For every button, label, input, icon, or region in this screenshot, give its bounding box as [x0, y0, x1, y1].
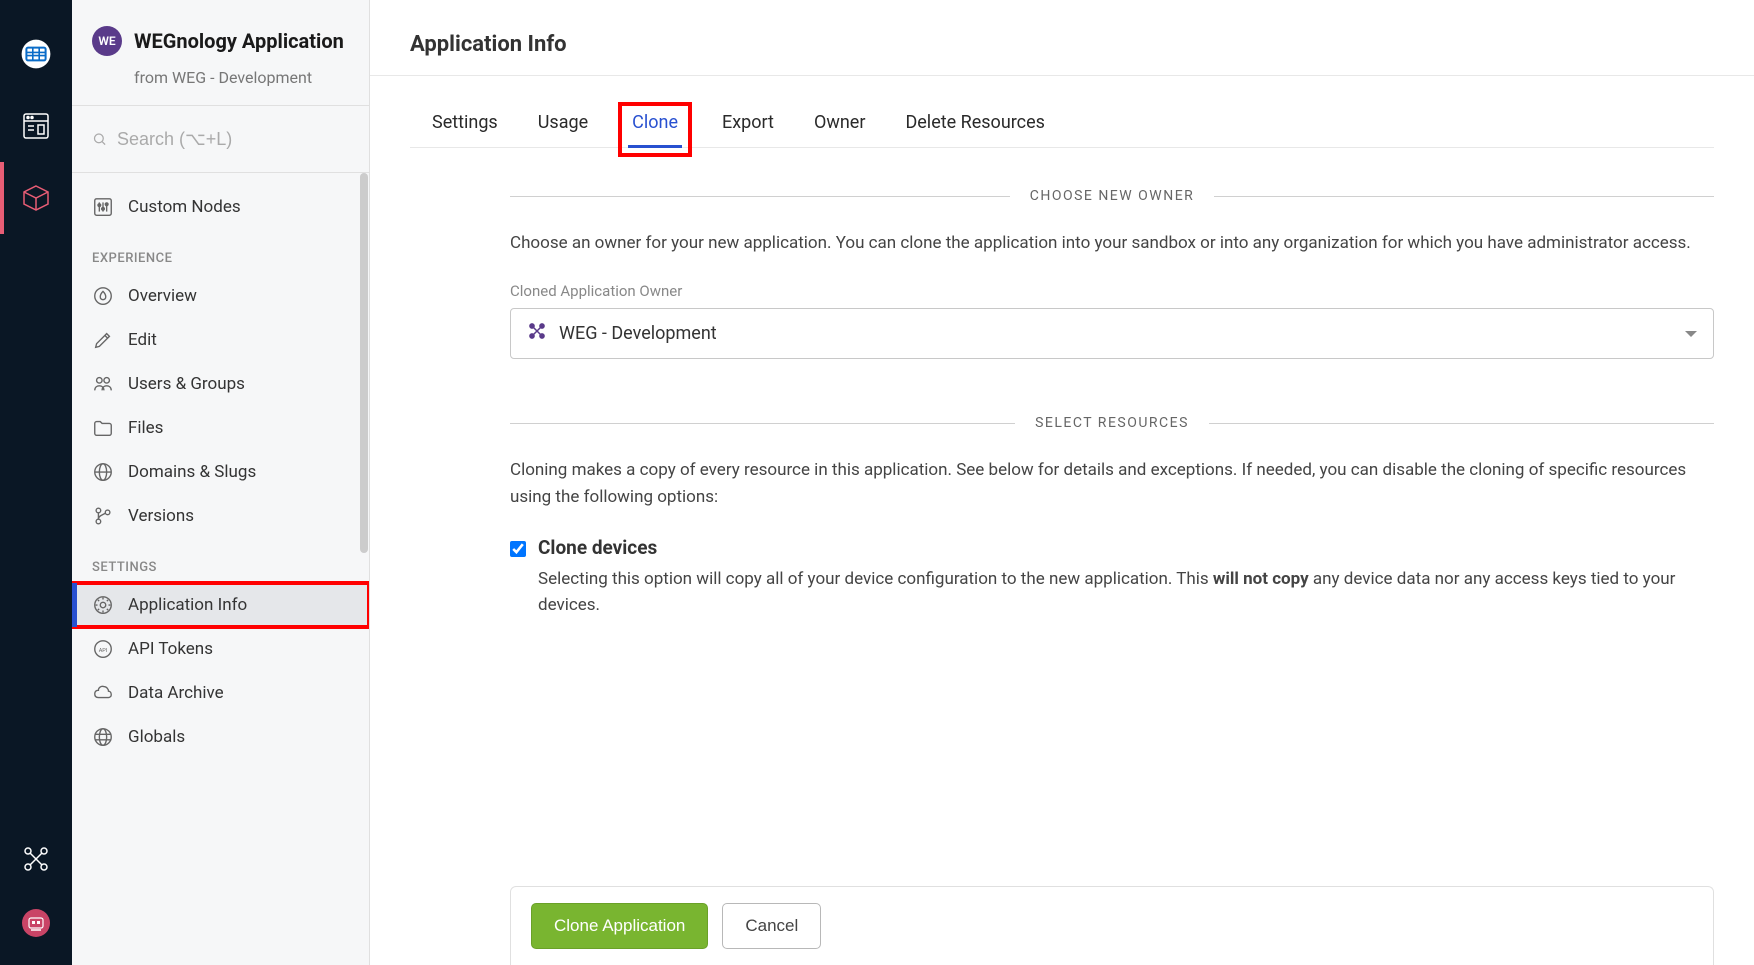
sidebar-item-overview[interactable]: Overview [72, 274, 369, 318]
folder-icon [92, 417, 114, 439]
sidebar-scrollbar[interactable] [360, 173, 368, 553]
main-body: CHOOSE NEW OWNER Choose an owner for you… [370, 148, 1754, 965]
pencil-icon [92, 329, 114, 351]
sidebar-item-label: Globals [128, 727, 185, 747]
sidebar-item-label: Edit [128, 330, 157, 350]
org-icon [527, 321, 547, 346]
sidebar-item-api-tokens[interactable]: API API Tokens [72, 627, 369, 671]
gear-icon [92, 594, 114, 616]
sidebar-item-globals[interactable]: Globals [72, 715, 369, 759]
dashboard-rail-icon[interactable] [0, 90, 72, 162]
globe-www-icon [92, 461, 114, 483]
resources-section-title: SELECT RESOURCES [1035, 415, 1189, 431]
tab-usage[interactable]: Usage [538, 112, 588, 147]
clone-application-button[interactable]: Clone Application [531, 903, 708, 949]
cancel-button[interactable]: Cancel [722, 903, 821, 949]
tabs: Settings Usage Clone Export Owner Delete… [410, 76, 1714, 148]
sidebar-item-label: Overview [128, 286, 197, 306]
owner-section-title: CHOOSE NEW OWNER [1030, 188, 1195, 204]
sidebar-item-label: Versions [128, 506, 194, 526]
owner-select[interactable]: WEG - Development [510, 308, 1714, 359]
sidebar-item-label: Data Archive [128, 683, 224, 703]
sliders-icon [92, 196, 114, 218]
section-experience: EXPERIENCE [72, 229, 369, 274]
sidebar-item-data-archive[interactable]: Data Archive [72, 671, 369, 715]
resources-section-desc: Cloning makes a copy of every resource i… [510, 457, 1714, 510]
sidebar-item-application-info[interactable]: Application Info [72, 583, 369, 627]
main-header: Application Info [370, 0, 1754, 76]
tab-owner[interactable]: Owner [814, 112, 866, 147]
network-rail-icon[interactable] [0, 827, 72, 891]
svg-text:API: API [99, 648, 108, 654]
section-settings: SETTINGS [72, 538, 369, 583]
robot-rail-icon[interactable] [0, 891, 72, 955]
app-title: WEGnology Application [134, 29, 344, 53]
sidebar-item-domains[interactable]: Domains & Slugs [72, 450, 369, 494]
sidebar: WE WEGnology Application from WEG - Deve… [72, 0, 370, 965]
footer-actions: Clone Application Cancel [510, 886, 1714, 965]
owner-section-desc: Choose an owner for your new application… [510, 230, 1714, 256]
search-input[interactable] [117, 129, 349, 150]
branch-icon [92, 505, 114, 527]
sidebar-item-versions[interactable]: Versions [72, 494, 369, 538]
clone-devices-label: Clone devices [538, 536, 657, 559]
sidebar-search[interactable] [72, 106, 369, 173]
tab-settings[interactable]: Settings [432, 112, 498, 147]
sidebar-item-label: Domains & Slugs [128, 462, 256, 482]
sidebar-item-label: API Tokens [128, 639, 213, 659]
users-icon [92, 373, 114, 395]
sidebar-item-label: Users & Groups [128, 374, 245, 394]
api-icon: API [92, 638, 114, 660]
main: Application Info Settings Usage Clone Ex… [370, 0, 1754, 965]
sidebar-content: Custom Nodes EXPERIENCE Overview Edit Us… [72, 173, 369, 965]
package-rail-icon[interactable] [0, 162, 72, 234]
cloud-icon [92, 682, 114, 704]
sidebar-item-edit[interactable]: Edit [72, 318, 369, 362]
sidebar-item-users-groups[interactable]: Users & Groups [72, 362, 369, 406]
owner-section: CHOOSE NEW OWNER Choose an owner for you… [510, 188, 1714, 359]
app-subtitle: from WEG - Development [134, 68, 312, 87]
sidebar-item-files[interactable]: Files [72, 406, 369, 450]
icon-rail [0, 0, 72, 965]
clone-devices-checkbox[interactable] [510, 541, 526, 557]
sidebar-item-label: Application Info [128, 595, 247, 615]
logo-icon[interactable] [0, 18, 72, 90]
tab-delete[interactable]: Delete Resources [905, 112, 1044, 147]
sidebar-item-label: Custom Nodes [128, 197, 241, 217]
page-title: Application Info [410, 32, 1714, 57]
sidebar-item-label: Files [128, 418, 163, 438]
globe-icon [92, 726, 114, 748]
sidebar-item-custom-nodes[interactable]: Custom Nodes [72, 185, 369, 229]
chevron-down-icon [1685, 331, 1697, 337]
tab-export[interactable]: Export [722, 112, 774, 147]
tab-clone[interactable]: Clone [628, 112, 682, 147]
resources-section: SELECT RESOURCES Cloning makes a copy of… [510, 415, 1714, 618]
owner-field-label: Cloned Application Owner [510, 282, 1714, 300]
flame-icon [92, 285, 114, 307]
org-badge: WE [92, 26, 122, 56]
search-icon [92, 128, 107, 150]
clone-devices-desc: Selecting this option will copy all of y… [538, 567, 1714, 618]
sidebar-header: WE WEGnology Application from WEG - Deve… [72, 0, 369, 106]
owner-select-value: WEG - Development [559, 323, 717, 344]
